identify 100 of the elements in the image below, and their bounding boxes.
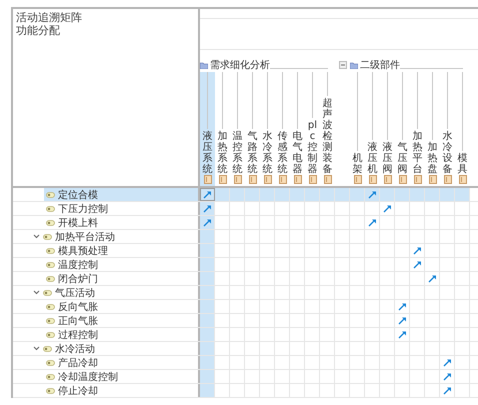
- matrix-cell[interactable]: [200, 356, 215, 369]
- group-label: 二级部件: [360, 58, 400, 72]
- row-label[interactable]: 冷却温度控制: [58, 370, 118, 384]
- row-label[interactable]: 定位合模: [58, 188, 98, 202]
- column-label: 加热盘: [428, 142, 438, 175]
- column-label: 水冷设备: [442, 131, 452, 175]
- document-icon: [368, 175, 376, 184]
- matrix-cell[interactable]: [260, 188, 275, 201]
- column-label: 加热系统: [218, 131, 228, 175]
- matrix-cell[interactable]: [365, 188, 380, 201]
- document-icon: [428, 175, 436, 184]
- row-label[interactable]: 下压力控制: [58, 202, 108, 216]
- matrix-cell[interactable]: [200, 244, 215, 257]
- matrix-cell[interactable]: [200, 230, 215, 243]
- column-label: 气路系统: [248, 131, 258, 175]
- document-icon: [204, 175, 212, 184]
- activity-icon: [46, 248, 55, 254]
- matrix-cell[interactable]: [200, 188, 215, 201]
- column-label: 液压机: [368, 142, 378, 175]
- matrix-title: 活动追溯矩阵: [16, 11, 83, 24]
- matrix-cell[interactable]: [200, 314, 215, 327]
- document-icon: [248, 175, 256, 184]
- row-label[interactable]: 闭合炉门: [58, 272, 98, 286]
- document-icon: [354, 175, 362, 184]
- matrix-cell[interactable]: [350, 188, 365, 201]
- column-highlight[interactable]: 液压系统: [200, 72, 215, 186]
- row-label[interactable]: 过程控制: [58, 328, 98, 342]
- group-label: 需求细化分析: [210, 58, 270, 72]
- column-label: 液压系统: [202, 131, 212, 175]
- matrix-cell[interactable]: [440, 188, 455, 201]
- document-icon: [218, 175, 226, 184]
- matrix-cell[interactable]: [230, 188, 245, 201]
- row-label[interactable]: 温度控制: [58, 258, 98, 272]
- document-icon: [234, 175, 242, 184]
- row-label[interactable]: 产品冷却: [58, 356, 98, 370]
- column-label: 气压阀: [398, 142, 408, 175]
- caret-icon[interactable]: [33, 346, 40, 351]
- matrix-cell[interactable]: [455, 188, 470, 201]
- matrix-cell[interactable]: [200, 286, 215, 299]
- matrix-cell[interactable]: [200, 328, 215, 341]
- matrix-cell[interactable]: [200, 258, 215, 271]
- document-icon: [414, 175, 422, 184]
- column-label: plc控制器: [308, 120, 318, 175]
- matrix-cell[interactable]: [305, 188, 320, 201]
- column-label: 模具: [458, 153, 468, 175]
- document-icon: [398, 175, 406, 184]
- activity-icon: [46, 192, 55, 198]
- matrix-cell[interactable]: [200, 370, 215, 383]
- activity-icon: [46, 276, 55, 282]
- document-icon: [294, 175, 302, 184]
- column-label: 超声波检测装备: [322, 98, 332, 175]
- matrix-cell[interactable]: [245, 188, 260, 201]
- row-label[interactable]: 气压活动: [55, 286, 95, 300]
- activity-icon: [43, 234, 52, 240]
- matrix-cell[interactable]: [410, 188, 425, 201]
- matrix-cell[interactable]: [215, 188, 230, 201]
- column-label: 电气电器: [292, 131, 302, 175]
- matrix-cell[interactable]: [380, 188, 395, 201]
- activity-icon: [46, 262, 55, 268]
- column-label: 水冷系统: [262, 131, 272, 175]
- activity-icon: [46, 304, 55, 310]
- document-icon: [324, 175, 332, 184]
- matrix-cell[interactable]: [200, 216, 215, 229]
- matrix-cell[interactable]: [320, 188, 335, 201]
- matrix-cell[interactable]: [200, 272, 215, 285]
- activity-icon: [43, 346, 52, 352]
- activity-icon: [46, 360, 55, 366]
- folder-icon: [200, 62, 208, 68]
- activity-icon: [46, 220, 55, 226]
- caret-icon[interactable]: [33, 290, 40, 295]
- matrix-cell[interactable]: [200, 384, 215, 397]
- matrix-cell[interactable]: [395, 188, 410, 201]
- column-label: 温控系统: [232, 131, 242, 175]
- matrix-cell[interactable]: [335, 188, 350, 201]
- matrix-cell[interactable]: [200, 202, 215, 215]
- matrix-cell[interactable]: [275, 188, 290, 201]
- activity-icon: [46, 388, 55, 394]
- activity-icon: [46, 374, 55, 380]
- matrix-cell[interactable]: [425, 188, 440, 201]
- row-label[interactable]: 停止冷却: [58, 384, 98, 398]
- document-icon: [278, 175, 286, 184]
- activity-icon: [46, 206, 55, 212]
- column-label: 机架: [352, 153, 362, 175]
- collapse-icon[interactable]: [338, 61, 346, 69]
- matrix-cell[interactable]: [290, 188, 305, 201]
- matrix-cell[interactable]: [200, 342, 215, 355]
- column-label: 传感系统: [278, 131, 288, 175]
- row-label[interactable]: 加热平台活动: [55, 230, 115, 244]
- folder-icon: [350, 62, 358, 68]
- document-icon: [444, 175, 452, 184]
- matrix-cell[interactable]: [200, 300, 215, 313]
- row-label[interactable]: 模具预处理: [58, 244, 108, 258]
- document-icon: [458, 175, 466, 184]
- row-label[interactable]: 开模上料: [58, 216, 98, 230]
- row-label[interactable]: 正向气胀: [58, 314, 98, 328]
- column-label: 加热平台: [412, 131, 422, 175]
- document-icon: [384, 175, 392, 184]
- caret-icon[interactable]: [33, 234, 40, 239]
- row-label[interactable]: 反向气胀: [58, 300, 98, 314]
- row-label[interactable]: 水冷活动: [55, 342, 95, 356]
